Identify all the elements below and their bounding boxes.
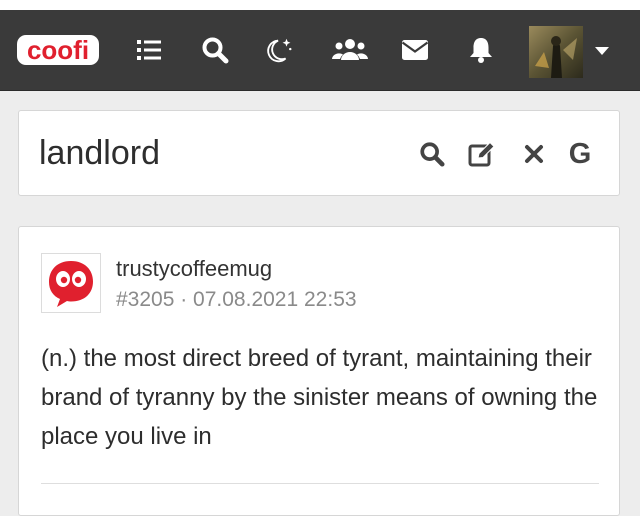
entry-meta[interactable]: #3205 · 07.08.2021 22:53 <box>116 287 357 313</box>
google-search-button[interactable]: G <box>565 139 595 169</box>
envelope-icon[interactable] <box>400 35 430 65</box>
list-icon[interactable] <box>134 35 164 65</box>
entry-body: (n.) the most direct breed of tyrant, ma… <box>41 345 598 450</box>
author-avatar[interactable] <box>41 253 101 313</box>
navbar: coofi <box>0 10 640 91</box>
user-avatar[interactable] <box>529 26 583 78</box>
search-card: landlord G <box>18 110 620 196</box>
moon-stars-icon[interactable] <box>264 35 294 65</box>
divider <box>41 483 599 484</box>
search-icon[interactable] <box>417 139 447 169</box>
users-icon[interactable] <box>332 35 368 65</box>
site-logo[interactable]: coofi <box>16 32 100 68</box>
entry-card: trustycoffeemug #3205 · 07.08.2021 22:53… <box>18 226 620 516</box>
logo-text: coofi <box>27 35 89 65</box>
search-term: landlord <box>39 134 160 172</box>
chevron-down-icon[interactable] <box>591 42 613 60</box>
close-icon[interactable] <box>519 139 549 169</box>
search-icon[interactable] <box>200 35 230 65</box>
edit-icon[interactable] <box>467 139 497 169</box>
author-name[interactable]: trustycoffeemug <box>116 255 272 283</box>
top-strip <box>0 0 640 10</box>
bell-icon[interactable] <box>466 35 496 65</box>
